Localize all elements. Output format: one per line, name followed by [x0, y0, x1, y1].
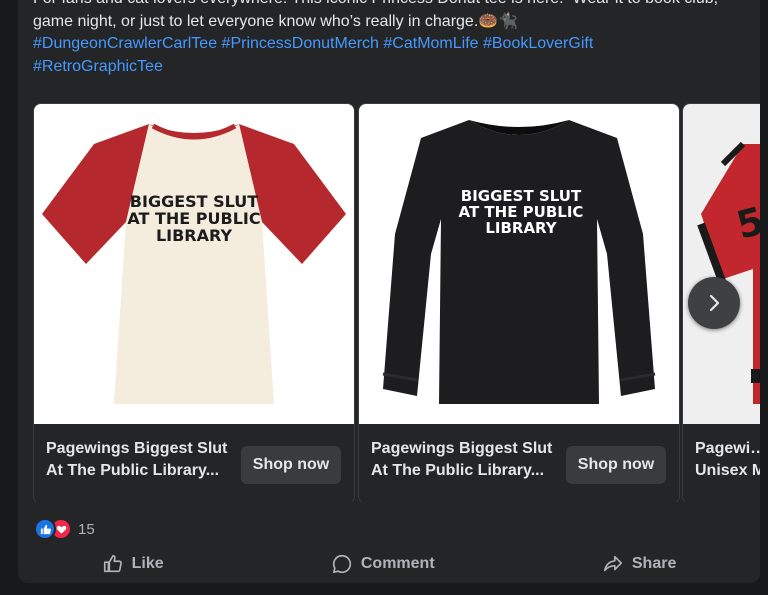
caption-line: For fans and cat lovers everywhere: This… [33, 0, 743, 11]
product-title-line: Unisex M [695, 462, 760, 479]
comment-label: Comment [360, 555, 435, 572]
sweatshirt-image: BIGGEST SLUT AT THE PUBLIC LIBRARY [382, 120, 656, 404]
post-caption: For fans and cat lovers everywhere: This… [33, 0, 743, 78]
hashtag-link[interactable]: #CatMomLife [383, 35, 483, 52]
product-title-line: At The Public Library... [46, 462, 220, 479]
caption-line: game night, or just to let everyone know… [33, 12, 519, 30]
comment-icon [332, 554, 351, 574]
product-image[interactable]: BIGGEST SLUT AT THE PUBLIC LIBRARY [359, 104, 679, 424]
product-title-line: At The Public Library... [371, 462, 545, 479]
product-title-line: Pagewings Biggest Slut [371, 440, 553, 457]
product-image[interactable]: BIGGEST SLUT AT THE PUBLIC LIBRARY [34, 104, 354, 424]
chevron-right-icon [709, 294, 720, 312]
comment-button[interactable]: Comment [311, 545, 455, 583]
like-button[interactable]: Like [82, 545, 184, 583]
hashtag-row: #RetroGraphicTee [33, 56, 743, 79]
hashtag-link[interactable]: #BookLoverGift [483, 35, 593, 52]
product-footer: Pagewings Unisex M [683, 424, 760, 502]
product-title[interactable]: Pagewings Biggest Slut At The Public Lib… [371, 438, 556, 482]
product-card[interactable]: BIGGEST SLUT AT THE PUBLIC LIBRARY Pagew… [33, 103, 355, 502]
carousel-next-button[interactable] [688, 277, 740, 329]
product-title-line: Pagewings Biggest Slut [46, 440, 228, 457]
product-footer: Pagewings Biggest Slut At The Public Lib… [359, 424, 679, 502]
product-title[interactable]: Pagewings Unisex M [695, 438, 760, 482]
like-label: Like [131, 555, 164, 572]
product-title-line: Pagewings [695, 440, 760, 457]
product-footer: Pagewings Biggest Slut At The Public Lib… [34, 424, 354, 502]
reaction-summary[interactable]: 15 [34, 518, 95, 540]
shop-now-button[interactable]: Shop now [241, 446, 341, 484]
hashtag-link[interactable]: #RetroGraphicTee [33, 58, 163, 75]
like-reaction-icon [34, 518, 56, 540]
shop-now-button[interactable]: Shop now [566, 446, 666, 484]
product-card[interactable]: BIGGEST SLUT AT THE PUBLIC LIBRARY Pagew… [358, 103, 680, 502]
raglan-tee-image: BIGGEST SLUT AT THE PUBLIC LIBRARY [42, 123, 346, 404]
product-carousel: BIGGEST SLUT AT THE PUBLIC LIBRARY Pagew… [33, 103, 760, 502]
share-label: Share [631, 555, 677, 572]
thumbs-up-icon [103, 554, 122, 573]
product-title[interactable]: Pagewings Biggest Slut At The Public Lib… [46, 438, 231, 482]
shirt-print-line: LIBRARY [485, 219, 557, 237]
shirt-print-line: LIBRARY [156, 226, 232, 245]
jersey-image: 56 [697, 141, 760, 404]
share-icon [603, 555, 622, 572]
post-action-bar: Like Comment Share [18, 542, 760, 586]
product-image[interactable]: 56 [683, 104, 760, 424]
reaction-count: 15 [78, 520, 95, 538]
hashtag-link[interactable]: #PrincessDonutMerch [222, 35, 384, 52]
hashtag-row: #DungeonCrawlerCarlTee #PrincessDonutMer… [33, 33, 743, 56]
share-button[interactable]: Share [582, 545, 696, 583]
hashtag-link[interactable]: #DungeonCrawlerCarlTee [33, 35, 222, 52]
